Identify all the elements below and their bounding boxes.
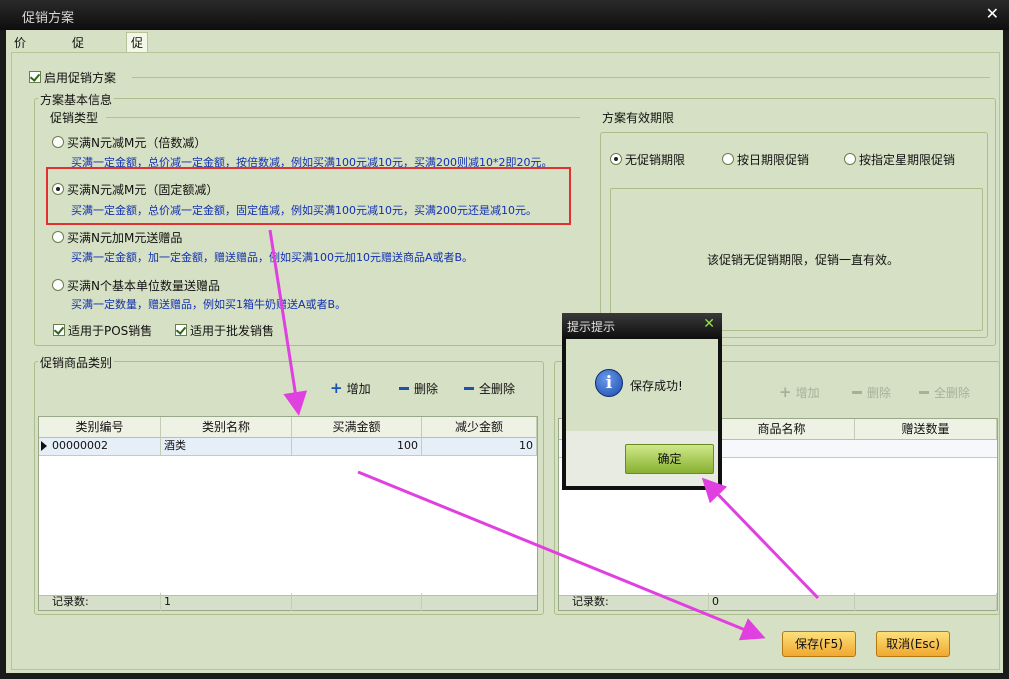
annotation-arrow [268, 229, 308, 416]
annotation-arrows [268, 229, 820, 641]
annotation-arrow [357, 470, 766, 641]
promo-window: 促销方案 ✕ 价格设置 促销查询 促销方案设置 启用促销方案 方案基本信息 促销… [0, 0, 1009, 679]
annotation-arrow [701, 477, 820, 600]
